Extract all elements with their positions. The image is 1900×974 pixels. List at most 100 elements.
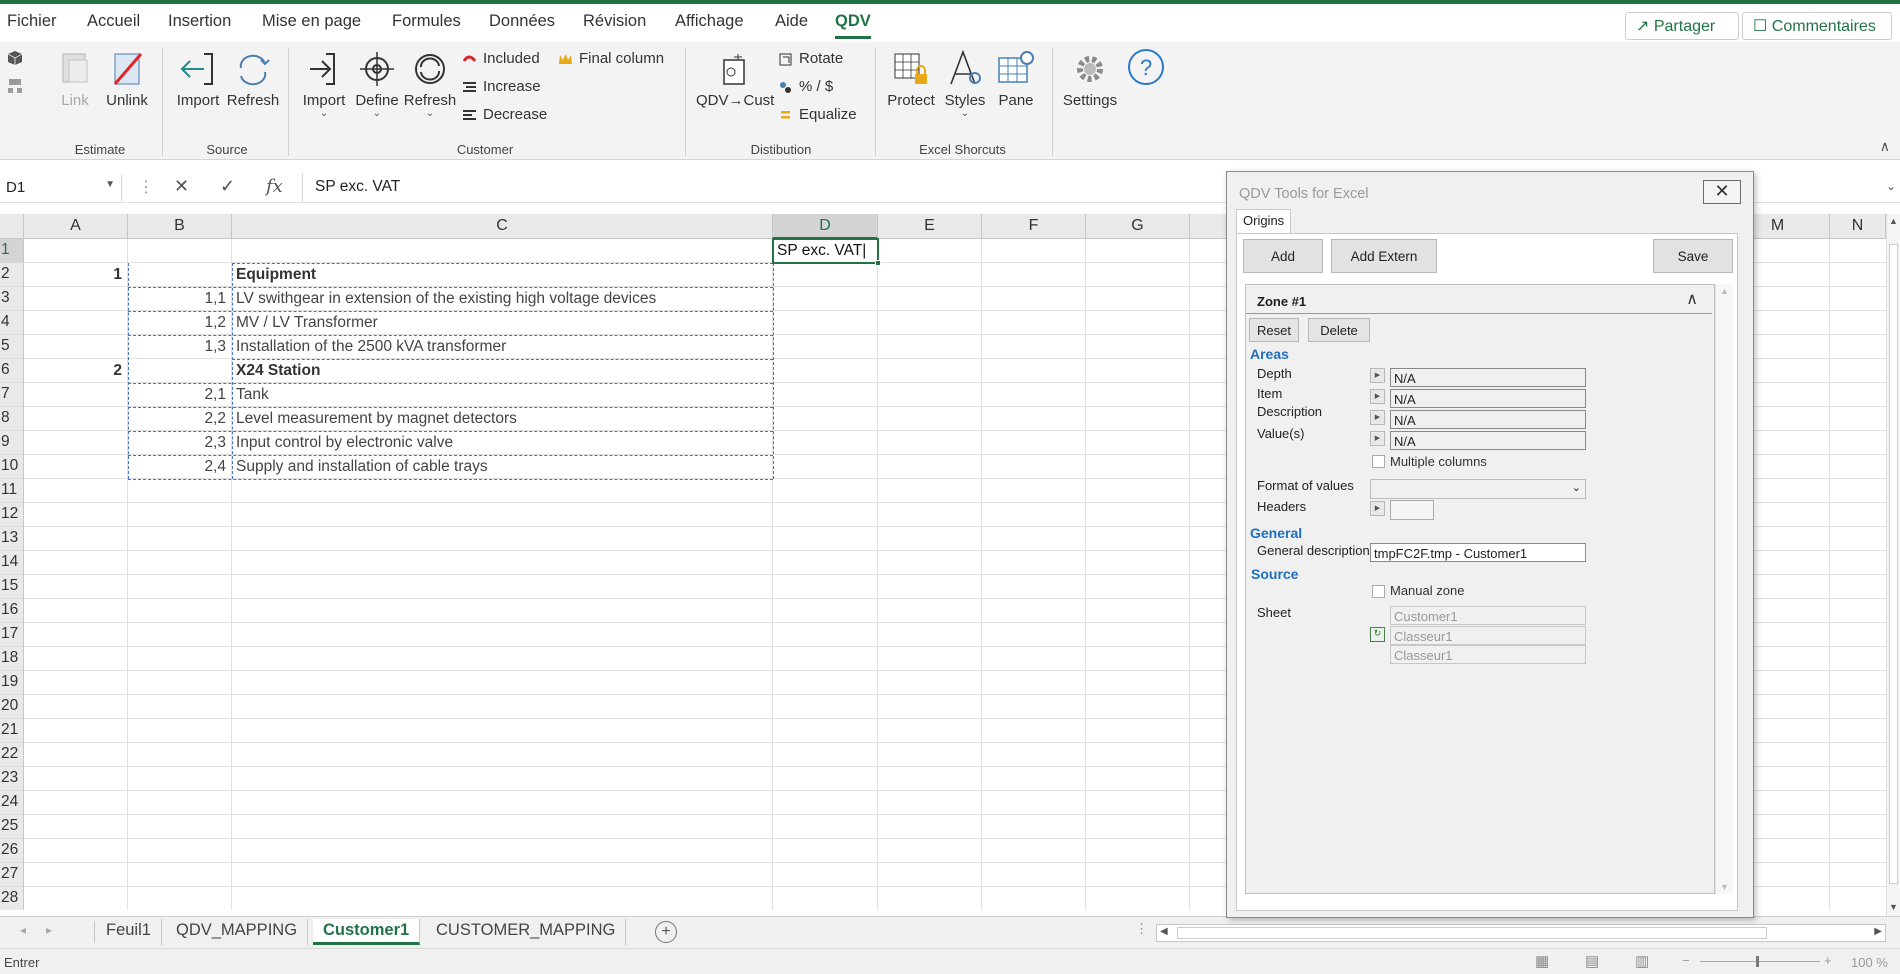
link-button[interactable]: Link (55, 50, 95, 109)
equalize-button[interactable]: Equalize (778, 106, 857, 123)
customer-refresh-button[interactable]: Refresh ⌄ (403, 50, 457, 119)
row-header-10[interactable]: 10 (0, 455, 24, 479)
add-sheet-icon[interactable]: + (655, 921, 677, 943)
column-header-g[interactable]: G (1086, 214, 1190, 239)
menu-tab-mise-en-page[interactable]: Mise en page (262, 12, 361, 31)
row-header-11[interactable]: 11 (0, 479, 24, 503)
menu-tab-revision[interactable]: Révision (583, 12, 646, 31)
row-header-7[interactable]: 7 (0, 383, 24, 407)
horizontal-scrollbar[interactable]: ◀ ▶ (1156, 924, 1886, 942)
name-box[interactable]: D1 ▼ (0, 175, 122, 201)
sheet-tab-customer-mapping[interactable]: CUSTOMER_MAPPING (426, 919, 627, 945)
multiple-columns-checkbox[interactable] (1372, 455, 1385, 468)
decrease-button[interactable]: Decrease (462, 106, 547, 123)
row-header-21[interactable]: 21 (0, 719, 24, 743)
scroll-down-icon[interactable]: ▼ (1720, 882, 1729, 892)
column-header-n[interactable]: N (1830, 214, 1886, 239)
cell-c[interactable]: Installation of the 2500 kVA transformer (232, 335, 773, 359)
row-header-17[interactable]: 17 (0, 623, 24, 647)
row-header-9[interactable]: 9 (0, 431, 24, 455)
refresh-icon[interactable]: ↻ (1370, 627, 1385, 642)
cell-c[interactable]: Supply and installation of cable trays (232, 455, 773, 479)
comments-button[interactable]: ☐ Commentaires (1742, 12, 1892, 40)
cell-a[interactable] (24, 407, 128, 431)
row-header-2[interactable]: 2 (0, 263, 24, 287)
row-header-12[interactable]: 12 (0, 503, 24, 527)
zoom-level[interactable]: 100 % (1851, 955, 1888, 970)
included-button[interactable]: Included (462, 50, 540, 67)
description-field[interactable]: N/A (1390, 410, 1586, 429)
source-refresh-button[interactable]: Refresh (224, 50, 282, 109)
cell-c[interactable]: MV / LV Transformer (232, 311, 773, 335)
cell-c[interactable]: Tank (232, 383, 773, 407)
scroll-up-icon[interactable]: ▲ (1720, 286, 1729, 296)
protect-button[interactable]: Protect (886, 50, 936, 109)
cell-a[interactable] (24, 431, 128, 455)
cell-c[interactable]: Input control by electronic valve (232, 431, 773, 455)
cell-a[interactable] (24, 383, 128, 407)
percent-button[interactable]: % / $ (778, 78, 833, 95)
row-header-5[interactable]: 5 (0, 335, 24, 359)
cell-a[interactable]: 2 (24, 359, 128, 383)
row-header-4[interactable]: 4 (0, 311, 24, 335)
row-header-3[interactable]: 3 (0, 287, 24, 311)
scroll-left-icon[interactable]: ◂ (20, 923, 26, 937)
headers-field[interactable] (1390, 500, 1434, 520)
column-header-c[interactable]: C (232, 214, 773, 239)
cancel-icon[interactable]: ✕ (174, 176, 189, 197)
menu-tab-aide[interactable]: Aide (775, 12, 808, 31)
cell-b[interactable]: 1,3 (128, 335, 232, 359)
cell-b[interactable]: 2,3 (128, 431, 232, 455)
sheet-tab-customer1[interactable]: Customer1 (313, 919, 421, 945)
cube-icon[interactable] (7, 50, 23, 66)
row-header-8[interactable]: 8 (0, 407, 24, 431)
pane-button[interactable]: Pane (994, 50, 1038, 109)
row-header-28[interactable]: 28 (0, 887, 24, 910)
confirm-icon[interactable]: ✓ (220, 176, 235, 197)
menu-tab-donnees[interactable]: Données (489, 12, 555, 31)
menu-tab-fichier[interactable]: Fichier (7, 12, 57, 31)
sheet-tab-qdv-mapping[interactable]: QDV_MAPPING (166, 919, 309, 945)
depth-pick-button[interactable]: ▶ (1370, 368, 1385, 383)
menu-tab-insertion[interactable]: Insertion (168, 12, 231, 31)
column-header-e[interactable]: E (878, 214, 982, 239)
source-import-button[interactable]: Import (172, 50, 224, 109)
row-header-25[interactable]: 25 (0, 815, 24, 839)
row-header-6[interactable]: 6 (0, 359, 24, 383)
sheet-field-2[interactable]: Classeur1 (1390, 626, 1586, 645)
zoom-out-icon[interactable]: − (1682, 953, 1690, 968)
reset-button[interactable]: Reset (1249, 318, 1299, 342)
cell-a[interactable] (24, 455, 128, 479)
row-header-26[interactable]: 26 (0, 839, 24, 863)
add-extern-button[interactable]: Add Extern (1331, 239, 1437, 273)
cell-b[interactable] (128, 359, 232, 383)
chevron-down-icon[interactable]: ▼ (105, 179, 115, 190)
active-cell-d1[interactable]: SP exc. VAT| (772, 238, 881, 266)
values-pick-button[interactable]: ▶ (1370, 431, 1385, 446)
scroll-right-icon[interactable]: ▶ (1874, 926, 1882, 937)
cell-b[interactable]: 1,1 (128, 287, 232, 311)
rotate-button[interactable]: Rotate (778, 50, 843, 67)
row-header-23[interactable]: 23 (0, 767, 24, 791)
function-icon[interactable]: fx (266, 176, 283, 197)
cell-b[interactable] (128, 263, 232, 287)
general-description-field[interactable]: tmpFC2F.tmp - Customer1 (1370, 543, 1586, 562)
final-column-button[interactable]: Final column (558, 50, 664, 67)
cell-b[interactable]: 2,2 (128, 407, 232, 431)
styles-button[interactable]: Styles ⌄ (940, 50, 990, 119)
description-pick-button[interactable]: ▶ (1370, 410, 1385, 425)
cell-b[interactable]: 2,4 (128, 455, 232, 479)
zoom-in-icon[interactable]: + (1824, 953, 1832, 968)
row-header-16[interactable]: 16 (0, 599, 24, 623)
column-header-a[interactable]: A (24, 214, 128, 239)
save-button[interactable]: Save (1653, 239, 1733, 273)
close-button[interactable]: ✕ (1703, 180, 1741, 204)
column-header-d[interactable]: D (773, 214, 878, 239)
collapse-ribbon-icon[interactable]: ∧ (1880, 138, 1890, 155)
expand-formula-icon[interactable]: ⌄ (1886, 179, 1896, 193)
define-button[interactable]: Define ⌄ (352, 50, 402, 119)
hierarchy-icon[interactable] (7, 78, 23, 94)
cell-b[interactable]: 2,1 (128, 383, 232, 407)
scrollbar-thumb[interactable] (1177, 927, 1767, 939)
share-button[interactable]: ↗ Partager (1625, 12, 1739, 40)
